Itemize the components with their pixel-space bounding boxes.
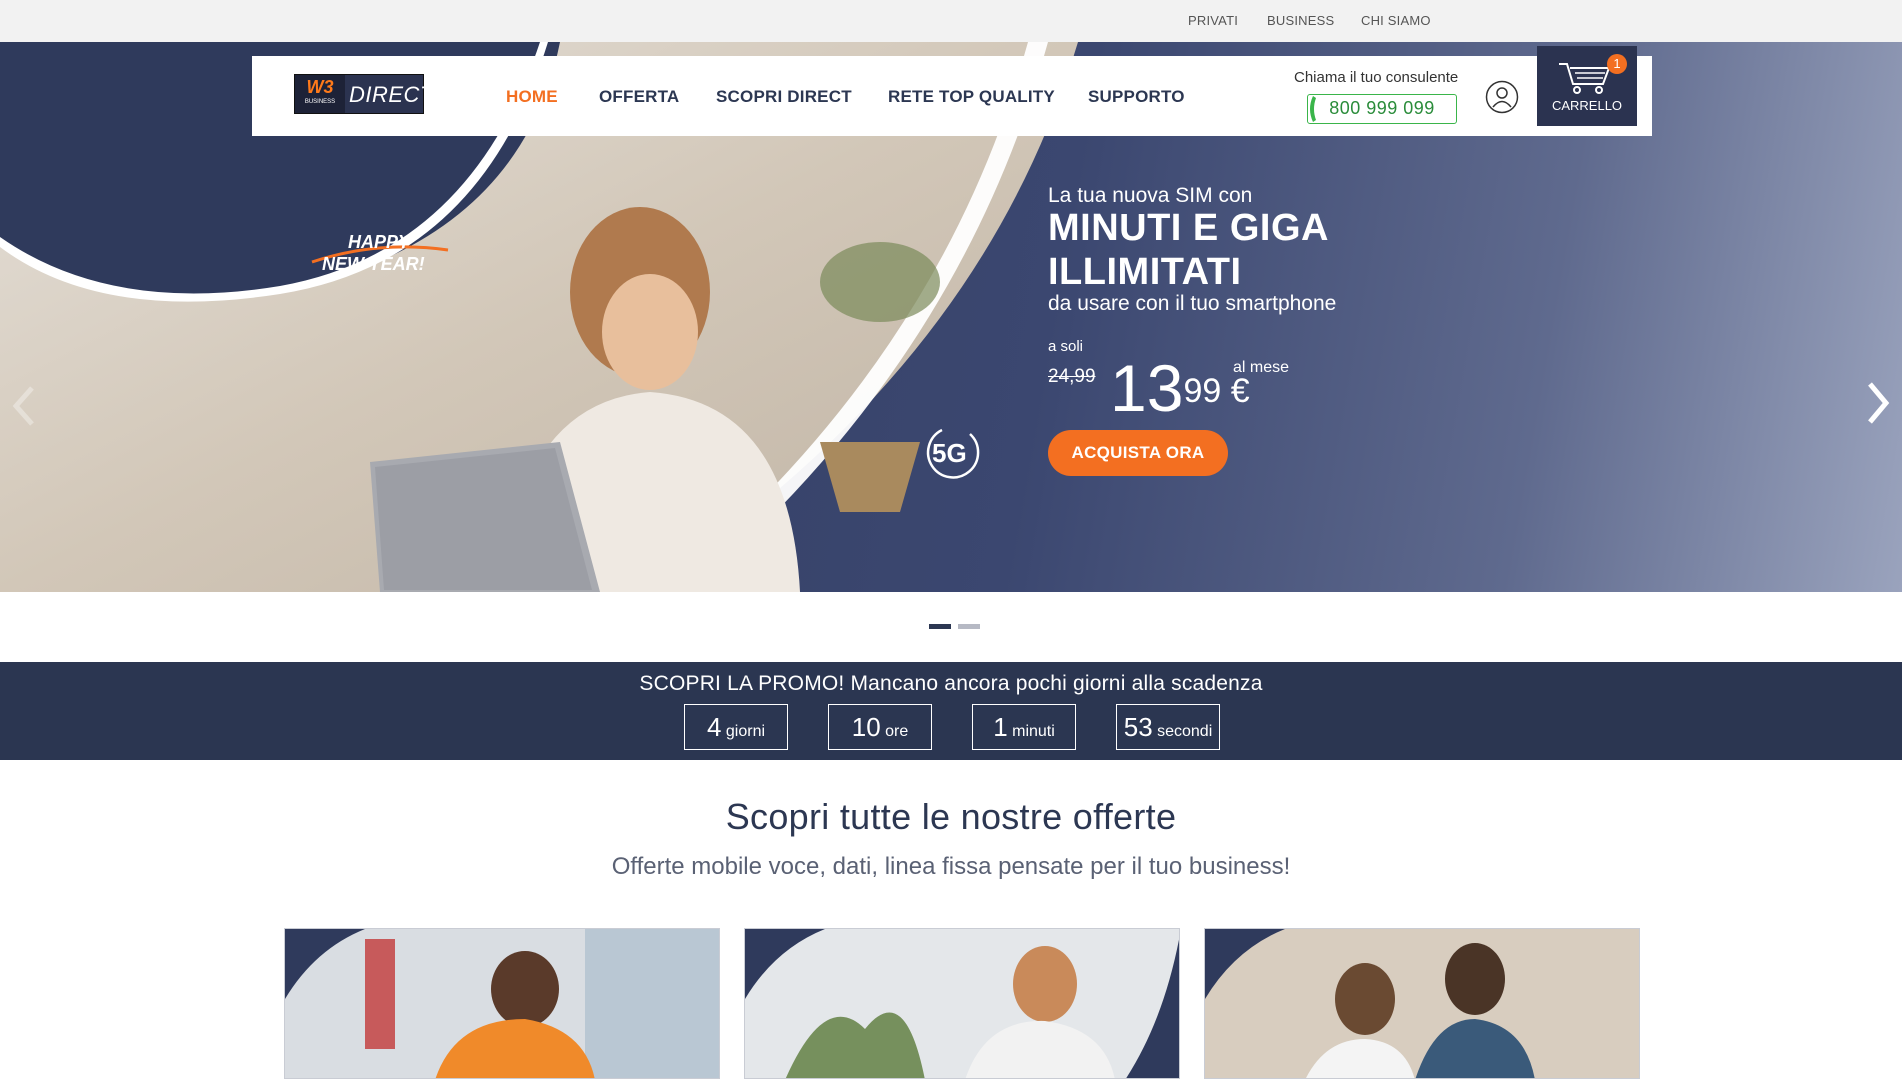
carousel-dot-2[interactable] xyxy=(958,624,980,629)
buy-now-button[interactable]: ACQUISTA ORA xyxy=(1048,430,1228,476)
nav-supporto[interactable]: SUPPORTO xyxy=(1088,87,1185,107)
countdown-seconds-value: 53 xyxy=(1123,712,1153,742)
countdown-days: 4 giorni xyxy=(684,704,788,750)
countdown-days-value: 4 xyxy=(706,712,722,742)
offer-card-2[interactable] xyxy=(744,928,1180,1079)
hero-title: MINUTI E GIGA ILLIMITATI xyxy=(1048,207,1328,293)
price-decimal: ,99 € xyxy=(1174,372,1250,410)
consultant-label: Chiama il tuo consulente xyxy=(1294,69,1459,86)
offers-section-subtitle: Offerte mobile voce, dati, linea fissa p… xyxy=(611,853,1291,880)
nav-rete-top-quality[interactable]: RETE TOP QUALITY xyxy=(888,87,1055,107)
promo-title: SCOPRI LA PROMO! Mancano ancora pochi gi… xyxy=(639,672,1263,695)
cart-count-badge: 1 xyxy=(1607,54,1627,74)
5g-badge: 5G xyxy=(922,422,982,482)
phone-number-button[interactable]: 800 999 099 xyxy=(1307,94,1457,124)
nav-scopri-direct[interactable]: SCOPRI DIRECT xyxy=(716,87,852,107)
w3-logo-mark: W3 xyxy=(295,75,345,113)
brand-logo[interactable]: W3 BUSINESS DIRECT xyxy=(294,74,433,114)
countdown-days-unit: giorni xyxy=(725,723,766,740)
offer-card-1[interactable] xyxy=(284,928,720,1079)
countdown-minutes-value: 1 xyxy=(993,712,1008,742)
topbar-link-privati[interactable]: PRIVATI xyxy=(1188,13,1238,28)
hero-subtitle: La tua nuova SIM con xyxy=(1048,184,1253,207)
nav-offerta[interactable]: OFFERTA xyxy=(599,87,679,107)
countdown-minutes: 1 minuti xyxy=(972,704,1076,750)
svg-text:NEW YEAR!: NEW YEAR! xyxy=(322,254,425,274)
offer-card-3[interactable] xyxy=(1204,928,1640,1079)
countdown-hours-value: 10 xyxy=(851,712,881,742)
carousel-next-arrow[interactable] xyxy=(1862,378,1892,428)
old-price: 24,99 xyxy=(1048,366,1096,387)
price-period: al mese xyxy=(1233,359,1290,376)
svg-text:HAPPY: HAPPY xyxy=(348,232,412,252)
price-prefix: a soli xyxy=(1048,338,1084,355)
topbar-link-chi-siamo[interactable]: CHI SIAMO xyxy=(1361,13,1431,28)
hero-subtitle-2: da usare con il tuo smartphone xyxy=(1048,292,1337,315)
topbar-link-business[interactable]: BUSINESS xyxy=(1267,13,1334,28)
svg-text:5G: 5G xyxy=(932,438,967,468)
countdown-hours-unit: ore xyxy=(885,723,909,740)
countdown-seconds-unit: secondi xyxy=(1157,723,1213,740)
user-account-icon[interactable] xyxy=(1485,80,1519,114)
carousel-dot-1[interactable] xyxy=(929,624,951,629)
offer-card-1-image xyxy=(285,929,719,1078)
logo-direct-text: DIRECT xyxy=(349,82,434,107)
nav-home[interactable]: HOME xyxy=(506,87,558,107)
top-utility-bar: PRIVATI BUSINESS CHI SIAMO xyxy=(0,0,1902,42)
countdown-hours: 10 ore xyxy=(828,704,932,750)
logo-business-label: BUSINESS xyxy=(304,99,336,105)
offer-card-2-image xyxy=(745,929,1179,1078)
happy-new-year-badge: HAPPY NEW YEAR! xyxy=(308,226,456,282)
countdown-seconds: 53 secondi xyxy=(1116,704,1220,750)
promo-countdown-banner: SCOPRI LA PROMO! Mancano ancora pochi gi… xyxy=(0,662,1902,760)
carousel-prev-arrow[interactable] xyxy=(10,384,40,428)
cart-label: CARRELLO xyxy=(1551,98,1623,113)
main-header: W3 BUSINESS DIRECT HOME OFFERTA SCOPRI D… xyxy=(252,56,1652,136)
countdown-minutes-unit: minuti xyxy=(1012,723,1055,740)
phone-icon xyxy=(1307,94,1317,124)
offers-section-title: Scopri tutte le nostre offerte xyxy=(725,796,1177,837)
price-integer: 13 xyxy=(1110,351,1184,425)
offer-card-3-image xyxy=(1205,929,1639,1078)
cart-button[interactable]: 1 CARRELLO xyxy=(1537,46,1637,126)
